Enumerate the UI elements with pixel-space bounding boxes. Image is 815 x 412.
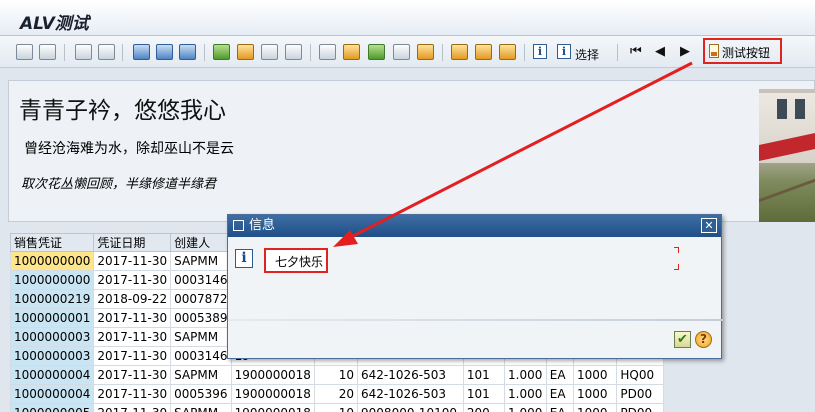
arrow-head [333,230,358,247]
annotation-arrow [333,61,693,247]
arrow-shaft [344,61,693,242]
